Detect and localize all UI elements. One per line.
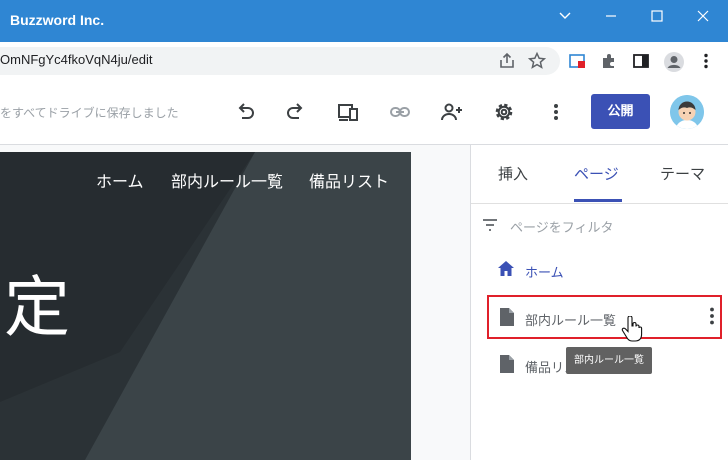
hand-cursor-icon [621,315,643,342]
extension-snip-icon[interactable] [567,51,587,71]
tab-pages[interactable]: ページ [574,163,619,184]
chevron-down-icon [559,12,571,19]
profile-icon[interactable] [663,51,684,72]
extensions-puzzle-icon[interactable] [599,51,619,71]
divider [471,203,728,204]
avatar[interactable] [670,95,704,129]
tab-insert[interactable]: 挿入 [498,163,528,184]
share-add-person-icon[interactable] [440,100,464,124]
tab-themes[interactable]: テーマ [660,163,705,184]
share-icon[interactable] [497,51,517,71]
tooltip: 部内ルール一覧 [566,347,652,374]
minimize-icon [606,15,616,17]
site-nav-home[interactable]: ホーム [96,168,144,192]
url-text[interactable]: OmNFgYc4fkoVqN4ju/edit [0,52,152,67]
redo-icon[interactable] [284,100,308,124]
side-panel-icon[interactable] [631,51,651,71]
site-nav-equipment[interactable]: 備品リスト [309,168,389,192]
collapse-menu-button[interactable] [542,0,588,32]
maximize-icon [651,10,663,22]
close-button[interactable] [680,0,726,32]
site-nav-rules[interactable]: 部内ルール一覧 [171,168,283,192]
bookmark-star-icon[interactable] [527,51,547,71]
home-icon [496,259,516,279]
selection-highlight [487,295,722,339]
close-icon [697,10,709,22]
page-icon [498,354,516,374]
device-preview-icon[interactable] [336,100,360,124]
publish-button[interactable]: 公開 [591,94,650,129]
save-status: をすべてドライブに保存しました [0,106,179,120]
window-title: Buzzword Inc. [10,12,105,28]
browser-menu-icon[interactable] [696,51,716,71]
page-item-home[interactable]: ホーム [525,262,564,281]
settings-icon[interactable] [492,100,516,124]
more-vert-icon[interactable] [544,100,568,124]
filter-icon [481,216,499,234]
minimize-button[interactable] [588,0,634,32]
link-icon[interactable] [388,100,412,124]
hero-title[interactable]: 定 [4,268,70,348]
undo-icon[interactable] [233,100,257,124]
maximize-button[interactable] [634,0,680,32]
page-filter-input[interactable]: ページをフィルタ [510,217,613,236]
active-tab-indicator [574,199,622,202]
user-avatar-icon [670,95,704,129]
